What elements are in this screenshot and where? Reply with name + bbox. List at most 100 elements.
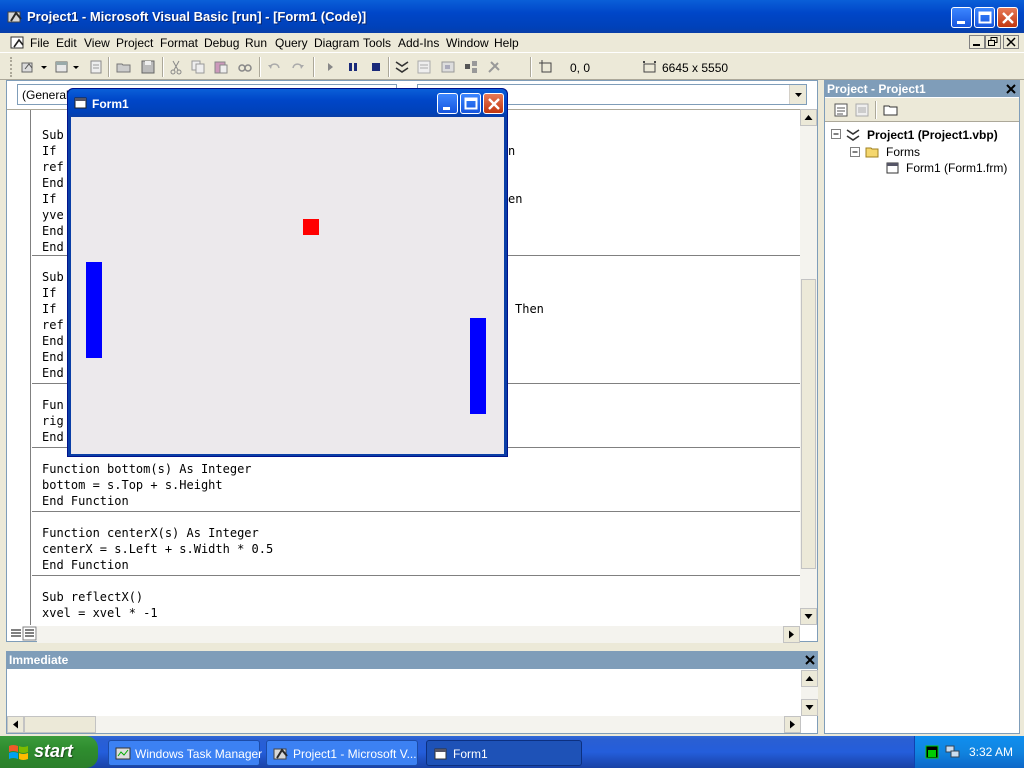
cut-icon[interactable]	[168, 59, 184, 75]
form-icon	[434, 748, 447, 760]
view-code-icon[interactable]	[833, 102, 849, 118]
mdi-close-button[interactable]	[1003, 35, 1019, 49]
break-icon[interactable]	[345, 59, 361, 75]
procedure-combo-dropdown[interactable]	[789, 85, 806, 104]
main-title-bar[interactable]: Project1 - Microsoft Visual Basic [run] …	[0, 0, 1024, 33]
project-explorer-title: Project - Project1	[827, 82, 926, 96]
scroll-left-button[interactable]	[7, 716, 24, 733]
position-icon	[539, 60, 552, 73]
code-margin[interactable]	[7, 110, 31, 625]
project-explorer-title-bar[interactable]: Project - Project1	[825, 81, 1019, 97]
visual-basic-icon	[273, 748, 288, 760]
form1-client-area[interactable]	[71, 117, 504, 454]
start-button[interactable]: start	[0, 736, 98, 768]
scroll-up-button[interactable]	[800, 109, 817, 126]
scroll-thumb[interactable]	[801, 279, 816, 569]
code-horizontal-scrollbar[interactable]	[37, 626, 800, 643]
scroll-up-button[interactable]	[801, 670, 818, 687]
form1-title-bar[interactable]: Form1	[68, 89, 507, 117]
code-line: End Function	[42, 494, 129, 508]
chevron-right-icon	[789, 630, 794, 639]
tree-collapse-icon[interactable]	[850, 147, 861, 158]
dropdown-arrow-icon[interactable]	[40, 59, 48, 75]
close-icon	[1002, 12, 1014, 24]
close-icon[interactable]	[1005, 83, 1017, 95]
code-window-icon[interactable]	[10, 35, 26, 51]
add-project-icon[interactable]	[20, 59, 36, 75]
view-toggle-icons[interactable]	[9, 626, 37, 641]
menu-diagram[interactable]: Diagram	[314, 36, 359, 50]
tree-item-project[interactable]: Project1 (Project1.vbp)	[867, 128, 998, 142]
form1-window[interactable]: Form1	[67, 88, 508, 457]
code-vertical-scrollbar[interactable]	[800, 109, 817, 625]
copy-icon[interactable]	[190, 59, 206, 75]
menu-tools[interactable]: Tools	[363, 36, 391, 50]
menu-format[interactable]: Format	[160, 36, 198, 50]
maximize-button[interactable]	[974, 7, 995, 28]
minimize-icon	[957, 21, 965, 24]
menu-help[interactable]: Help	[494, 36, 519, 50]
toolbar-grip[interactable]	[10, 57, 12, 77]
redo-icon[interactable]	[290, 59, 306, 75]
task-manager-tray-icon[interactable]	[925, 745, 939, 759]
tree-item-form1[interactable]: Form1 (Form1.frm)	[906, 161, 1007, 175]
scroll-right-button[interactable]	[784, 716, 801, 733]
minimize-button[interactable]	[951, 7, 972, 28]
scroll-right-button[interactable]	[783, 626, 800, 643]
close-icon[interactable]	[804, 654, 816, 666]
chevron-right-icon	[790, 720, 795, 729]
dropdown-arrow-icon[interactable]	[72, 59, 80, 75]
menu-window[interactable]: Window	[446, 36, 489, 50]
immediate-vertical-scrollbar[interactable]	[801, 670, 818, 716]
menu-run[interactable]: Run	[245, 36, 267, 50]
task-visual-basic[interactable]: Project1 - Microsoft V...	[266, 740, 418, 766]
paste-icon[interactable]	[213, 59, 229, 75]
mdi-minimize-button[interactable]	[969, 35, 985, 49]
immediate-horizontal-scrollbar[interactable]	[7, 716, 801, 733]
immediate-title-bar[interactable]: Immediate	[7, 652, 817, 669]
scroll-down-button[interactable]	[800, 608, 817, 625]
toolbox-icon[interactable]	[486, 59, 502, 75]
network-icon[interactable]	[945, 745, 961, 759]
clock[interactable]: 3:32 AM	[969, 745, 1013, 759]
menu-query[interactable]: Query	[275, 36, 308, 50]
undo-icon[interactable]	[266, 59, 282, 75]
tree-item-forms-folder[interactable]: Forms	[886, 145, 920, 159]
start-icon[interactable]	[322, 59, 338, 75]
task-form1[interactable]: Form1	[426, 740, 582, 766]
code-line: Sub	[42, 128, 64, 142]
immediate-window[interactable]: Immediate	[6, 651, 818, 734]
properties-window-icon[interactable]	[416, 59, 432, 75]
save-project-icon[interactable]	[140, 59, 156, 75]
project-explorer-toolbar	[825, 98, 1019, 122]
view-object-icon[interactable]	[854, 102, 870, 118]
open-project-icon[interactable]	[116, 59, 132, 75]
menu-debug[interactable]: Debug	[204, 36, 239, 50]
menu-file[interactable]: File	[30, 36, 49, 50]
scroll-thumb[interactable]	[24, 716, 96, 733]
maximize-icon	[978, 11, 992, 24]
tree-collapse-icon[interactable]	[831, 129, 842, 140]
form1-maximize-button[interactable]	[460, 93, 481, 114]
menu-view[interactable]: View	[84, 36, 110, 50]
mdi-restore-button[interactable]	[985, 35, 1001, 49]
menu-edit[interactable]: Edit	[56, 36, 77, 50]
menu-add-ins[interactable]: Add-Ins	[398, 36, 439, 50]
end-icon[interactable]	[368, 59, 384, 75]
object-browser-icon[interactable]	[463, 59, 479, 75]
form1-minimize-button[interactable]	[437, 93, 458, 114]
code-line: rig	[42, 414, 64, 428]
menu-project[interactable]: Project	[116, 36, 153, 50]
scroll-down-button[interactable]	[801, 699, 818, 716]
form-layout-icon[interactable]	[440, 59, 456, 75]
project-explorer-icon[interactable]	[394, 59, 410, 75]
task-windows-task-manager[interactable]: Windows Task Manager	[108, 740, 262, 766]
toggle-folders-icon[interactable]	[883, 102, 899, 118]
menu-editor-icon[interactable]	[88, 59, 104, 75]
find-icon[interactable]	[237, 59, 253, 75]
close-button[interactable]	[997, 7, 1018, 28]
add-form-icon[interactable]	[54, 59, 70, 75]
start-label: start	[34, 741, 74, 761]
form1-close-button[interactable]	[483, 93, 504, 114]
minimize-icon	[973, 44, 980, 46]
